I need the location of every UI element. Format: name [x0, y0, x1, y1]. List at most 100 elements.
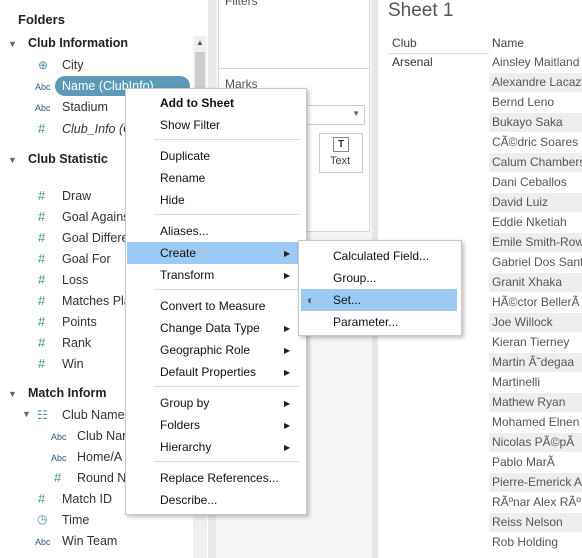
menu-describe[interactable]: Describe... — [126, 489, 306, 511]
name-cell: RÃºnar Alex RÃº — [489, 493, 582, 512]
measure-icon: # — [38, 121, 46, 136]
text-mark-button[interactable]: T Text — [319, 133, 363, 173]
field-goal-for[interactable]: Goal For — [62, 252, 111, 266]
calendar-icon: ◷ — [37, 512, 48, 526]
submenu-parameter[interactable]: Parameter... — [299, 311, 461, 333]
measure-icon: # — [38, 314, 46, 329]
name-cell: Dani Ceballos — [489, 173, 582, 192]
measure-icon: # — [38, 209, 46, 224]
field-time[interactable]: Time — [62, 513, 89, 527]
menu-separator — [154, 386, 300, 387]
submenu-arrow-icon: ▶ — [284, 368, 291, 377]
submenu-arrow-icon: ▶ — [284, 249, 291, 258]
submenu-arrow-icon: ▶ — [284, 324, 291, 333]
name-cell: Martin Ã˜degaa — [489, 353, 582, 372]
menu-separator — [154, 461, 300, 462]
field-matches-played[interactable]: Matches Pla — [62, 294, 131, 308]
field-draw[interactable]: Draw — [62, 189, 91, 203]
folders-title: Folders — [18, 12, 65, 27]
chevron-down-icon[interactable]: ▼ — [8, 39, 20, 49]
submenu-arrow-icon: ▶ — [284, 346, 291, 355]
menu-show-filter[interactable]: Show Filter — [126, 114, 306, 136]
name-cell: Emile Smith-Row — [489, 233, 582, 252]
field-home-away[interactable]: Home/A — [77, 450, 122, 464]
field-rank[interactable]: Rank — [62, 336, 91, 350]
menu-change-data-type[interactable]: Change Data Type — [126, 317, 306, 339]
name-cell: HÃ©ctor BellerÃ — [489, 293, 582, 312]
submenu-group[interactable]: Group... — [299, 267, 461, 289]
menu-separator — [154, 289, 300, 290]
group-club-information[interactable]: ▼ Club Information — [8, 36, 128, 50]
field-goal-against[interactable]: Goal Agains — [62, 210, 129, 224]
cell-club: Arsenal — [392, 55, 433, 69]
measure-icon: # — [38, 230, 46, 245]
text-mark-label: Text — [330, 155, 351, 167]
menu-rename[interactable]: Rename — [126, 167, 306, 189]
submenu-set[interactable]: Set... — [301, 289, 457, 311]
field-club-info[interactable]: Club_Info (C — [62, 122, 132, 136]
name-cell: Mathew Ryan — [489, 393, 582, 412]
submenu-arrow-icon: ▶ — [284, 271, 291, 280]
field-club-name-hierarchy[interactable]: Club Name, — [62, 408, 128, 422]
menu-replace-references[interactable]: Replace References... — [126, 467, 306, 489]
column-header-name[interactable]: Name — [492, 36, 524, 50]
menu-default-properties[interactable]: Default Properties — [126, 361, 306, 383]
name-cell: Mohamed Elnen — [489, 413, 582, 432]
menu-separator — [154, 139, 300, 140]
globe-icon: ⊕ — [38, 58, 49, 72]
measure-icon: # — [38, 356, 46, 371]
chevron-down-icon[interactable]: ▼ — [8, 155, 20, 165]
measure-icon: # — [38, 293, 46, 308]
name-cell: Nicolas PÃ©pÃ — [489, 433, 582, 452]
chevron-down-icon[interactable]: ▼ — [8, 389, 20, 399]
field-win[interactable]: Win — [62, 357, 84, 371]
field-stadium[interactable]: Stadium — [62, 100, 108, 114]
menu-add-to-sheet[interactable]: Add to Sheet — [126, 92, 306, 114]
name-cell: Martinelli — [489, 373, 582, 392]
set-icon: ◐ — [307, 293, 315, 307]
field-goal-difference[interactable]: Goal Differe — [62, 231, 128, 245]
name-cell: Pierre-Emerick A — [489, 473, 582, 492]
menu-duplicate[interactable]: Duplicate — [126, 145, 306, 167]
column-header-club[interactable]: Club — [392, 36, 417, 50]
menu-folders[interactable]: Folders — [126, 414, 306, 436]
group-club-statistic[interactable]: ▼ Club Statistic — [8, 152, 108, 166]
field-club-name[interactable]: Club Nar — [77, 429, 126, 443]
name-cell: Eddie Nketiah — [489, 213, 582, 232]
menu-create[interactable]: Create — [127, 242, 303, 264]
measure-icon: # — [38, 272, 46, 287]
submenu-arrow-icon: ▶ — [284, 399, 291, 408]
menu-convert-to-measure[interactable]: Convert to Measure — [126, 295, 306, 317]
create-submenu: Calculated Field... Group... Set... ◐ Pa… — [298, 240, 462, 336]
name-cell: Bernd Leno — [489, 93, 582, 112]
name-cell: Ainsley Maitland — [489, 53, 582, 72]
chevron-down-icon[interactable]: ▼ — [22, 409, 31, 419]
abc-icon: Abc — [35, 103, 51, 113]
scroll-up-icon[interactable]: ▲ — [196, 38, 204, 47]
measure-icon: # — [54, 470, 62, 485]
menu-geographic-role[interactable]: Geographic Role — [126, 339, 306, 361]
name-cell: Rob Holding — [489, 533, 582, 552]
name-cell: Kieran Tierney — [489, 333, 582, 352]
measure-icon: # — [38, 335, 46, 350]
menu-group-by[interactable]: Group by — [126, 392, 306, 414]
menu-transform[interactable]: Transform — [126, 264, 306, 286]
name-cell: Granit Xhaka — [489, 273, 582, 292]
menu-hide[interactable]: Hide — [126, 189, 306, 211]
name-cell: Bukayo Saka — [489, 113, 582, 132]
field-loss[interactable]: Loss — [62, 273, 88, 287]
field-city[interactable]: City — [62, 58, 84, 72]
field-match-id[interactable]: Match ID — [62, 492, 112, 506]
field-points[interactable]: Points — [62, 315, 97, 329]
abc-icon: Abc — [35, 82, 51, 92]
field-win-team[interactable]: Win Team — [62, 534, 117, 548]
menu-hierarchy[interactable]: Hierarchy — [126, 436, 306, 458]
name-cell: Gabriel Dos Sant — [489, 253, 582, 272]
group-match-information[interactable]: ▼ Match Inform — [8, 386, 106, 400]
menu-aliases[interactable]: Aliases... — [126, 220, 306, 242]
submenu-calculated-field[interactable]: Calculated Field... — [299, 245, 461, 267]
abc-icon: Abc — [51, 453, 67, 463]
measure-icon: # — [38, 491, 46, 506]
submenu-arrow-icon: ▶ — [284, 421, 291, 430]
field-round[interactable]: Round N — [77, 471, 126, 485]
